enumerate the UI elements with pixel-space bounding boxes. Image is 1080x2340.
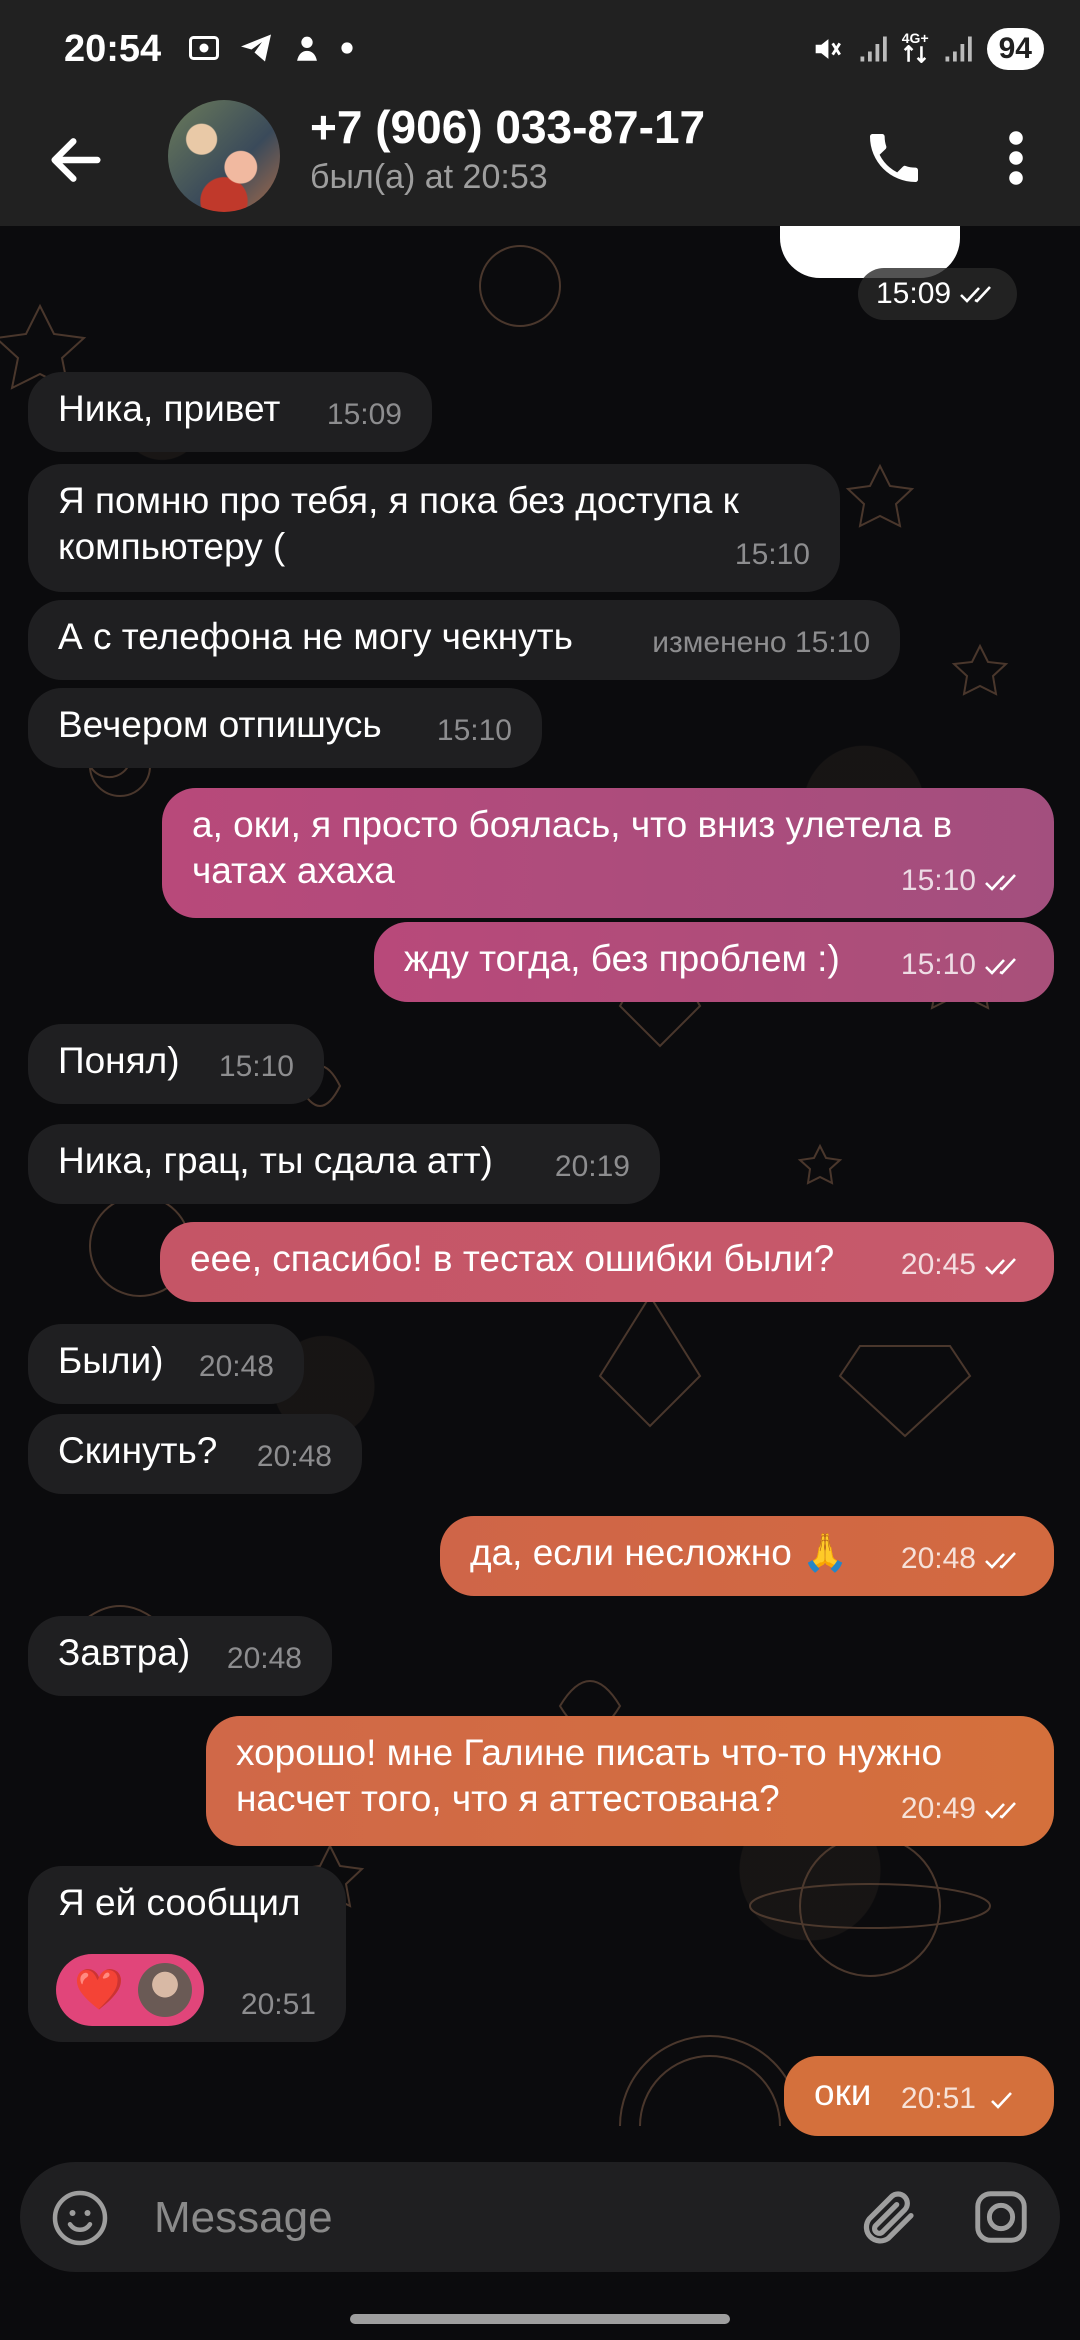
message-time: 15:09 (876, 277, 952, 310)
reactor-avatar (137, 1963, 192, 2017)
double-check-icon (960, 286, 992, 303)
message-composer (20, 2162, 1060, 2272)
system-icons: 4G+ 94 (810, 28, 1044, 70)
attach-paperclip-icon[interactable] (856, 2184, 922, 2250)
message-text: Ника, грац, ты сдала атт) (58, 1140, 493, 1181)
message-time: 20:19 (554, 1150, 630, 1183)
more-notifications-dot-icon (341, 42, 353, 54)
message-time: 20:51 (901, 2076, 1024, 2122)
network-label: 4G+ (901, 29, 929, 46)
incoming-message[interactable]: Понял) 15:10 (28, 1024, 324, 1104)
battery-indicator: 94 (986, 28, 1044, 70)
message-time: 20:48 (901, 1536, 1024, 1582)
message-time-edited: изменено 15:10 (652, 626, 870, 659)
outgoing-message[interactable]: хорошо! мне Галине писать что-то нужно н… (206, 1716, 1054, 1846)
message-input[interactable] (152, 2184, 716, 2252)
gesture-navigation-bar[interactable] (350, 2314, 730, 2324)
message-text: хорошо! мне Галине писать что-то нужно н… (236, 1732, 943, 1819)
message-text: Вечером отпишусь (58, 704, 382, 745)
message-text: да, если несложно 🙏 (470, 1532, 849, 1573)
message-text: Я ей сообщил (58, 1882, 301, 1923)
incoming-message[interactable]: Ника, грац, ты сдала атт) 20:19 (28, 1124, 660, 1204)
incoming-message-with-reaction[interactable]: Я ей сообщил ❤️ 20:51 (28, 1866, 346, 2042)
incoming-message[interactable]: А с телефона не могу чекнуть изменено 15… (28, 600, 900, 680)
message-text: Я помню про тебя, я пока без доступа к к… (58, 480, 739, 567)
double-check-icon (985, 958, 1016, 975)
incoming-message[interactable]: Скинуть? 20:48 (28, 1414, 362, 1494)
screenshot-icon (189, 36, 219, 60)
emoji-icon[interactable] (50, 2188, 110, 2248)
chat-header: +7 (906) 033-87-17 был(а) at 20:53 (0, 100, 1080, 226)
message-time: 20:51 (240, 1988, 316, 2021)
incoming-message[interactable]: Вечером отпишусь 15:10 (28, 688, 542, 768)
status-bar: 20:54 4G+ 94 (0, 0, 1080, 100)
single-check-icon (991, 2092, 1012, 2109)
contact-name[interactable]: +7 (906) 033-87-17 (310, 100, 705, 154)
incoming-message[interactable]: Были) 20:48 (28, 1324, 304, 1404)
message-text: жду тогда, без проблем :) (404, 938, 840, 979)
signal-icon (860, 36, 887, 62)
message-time: 15:10 (734, 538, 810, 571)
video-message-icon[interactable] (970, 2186, 1032, 2248)
message-text: Завтра) (58, 1632, 191, 1673)
message-text: Были) (58, 1340, 164, 1381)
incoming-message[interactable]: Завтра) 20:48 (28, 1616, 332, 1696)
back-arrow-icon[interactable] (44, 128, 108, 192)
message-text: а, оки, я просто боялась, что вниз улете… (192, 804, 953, 891)
double-check-icon (985, 1258, 1016, 1275)
message-time: 20:45 (901, 1242, 1024, 1288)
incoming-message[interactable]: Я помню про тебя, я пока без доступа к к… (28, 464, 840, 592)
notification-icons (186, 30, 354, 66)
double-check-icon (985, 1552, 1016, 1569)
message-time: 15:10 (901, 942, 1024, 988)
message-time: 20:48 (256, 1440, 332, 1473)
contact-avatar[interactable] (168, 100, 280, 212)
message-time: 20:49 (901, 1786, 1024, 1832)
telegram-icon (241, 34, 271, 62)
double-check-icon (985, 1802, 1016, 1819)
message-text: Скинуть? (58, 1430, 218, 1471)
data-arrows-icon (903, 43, 926, 64)
heart-reaction-icon: ❤️ (74, 1968, 124, 2012)
signal-icon-2 (945, 36, 972, 62)
message-time: 15:10 (901, 858, 1024, 904)
outgoing-message[interactable]: жду тогда, без проблем :) 15:10 (374, 922, 1054, 1002)
message-text: А с телефона не могу чекнуть (58, 616, 573, 657)
chat-messages-area[interactable]: 15:09 Ника, привет 15:09 Я помню про теб… (0, 226, 1080, 2160)
message-text: еее, спасибо! в тестах ошибки были? (190, 1238, 835, 1279)
incoming-message[interactable]: Ника, привет 15:09 (28, 372, 432, 452)
network-type: 4G+ (902, 31, 929, 68)
status-time: 20:54 (64, 28, 162, 70)
message-text: Понял) (58, 1040, 180, 1081)
message-text: Ника, привет (58, 388, 281, 429)
message-time: 15:10 (218, 1050, 294, 1083)
outgoing-message[interactable]: а, оки, я просто боялась, что вниз улете… (162, 788, 1054, 918)
last-seen-status: был(а) at 20:53 (310, 158, 548, 196)
more-options-icon[interactable] (1004, 126, 1028, 190)
outgoing-message[interactable]: еее, спасибо! в тестах ошибки были? 20:4… (160, 1222, 1054, 1302)
message-time: 15:09 (326, 398, 402, 431)
sticker-time-badge: 15:09 (858, 268, 1018, 320)
reaction-chip[interactable]: ❤️ (56, 1954, 204, 2026)
outgoing-message[interactable]: да, если несложно 🙏 20:48 (440, 1516, 1054, 1596)
message-time: 15:10 (436, 714, 512, 747)
phone-call-icon[interactable] (862, 126, 926, 190)
message-time: 20:48 (198, 1350, 274, 1383)
double-check-icon (985, 874, 1016, 891)
message-text: оки (814, 2072, 872, 2113)
message-time: 20:48 (226, 1642, 302, 1675)
app-notification-icon (297, 36, 317, 61)
outgoing-message[interactable]: оки 20:51 (784, 2056, 1054, 2136)
mute-icon (815, 39, 841, 59)
